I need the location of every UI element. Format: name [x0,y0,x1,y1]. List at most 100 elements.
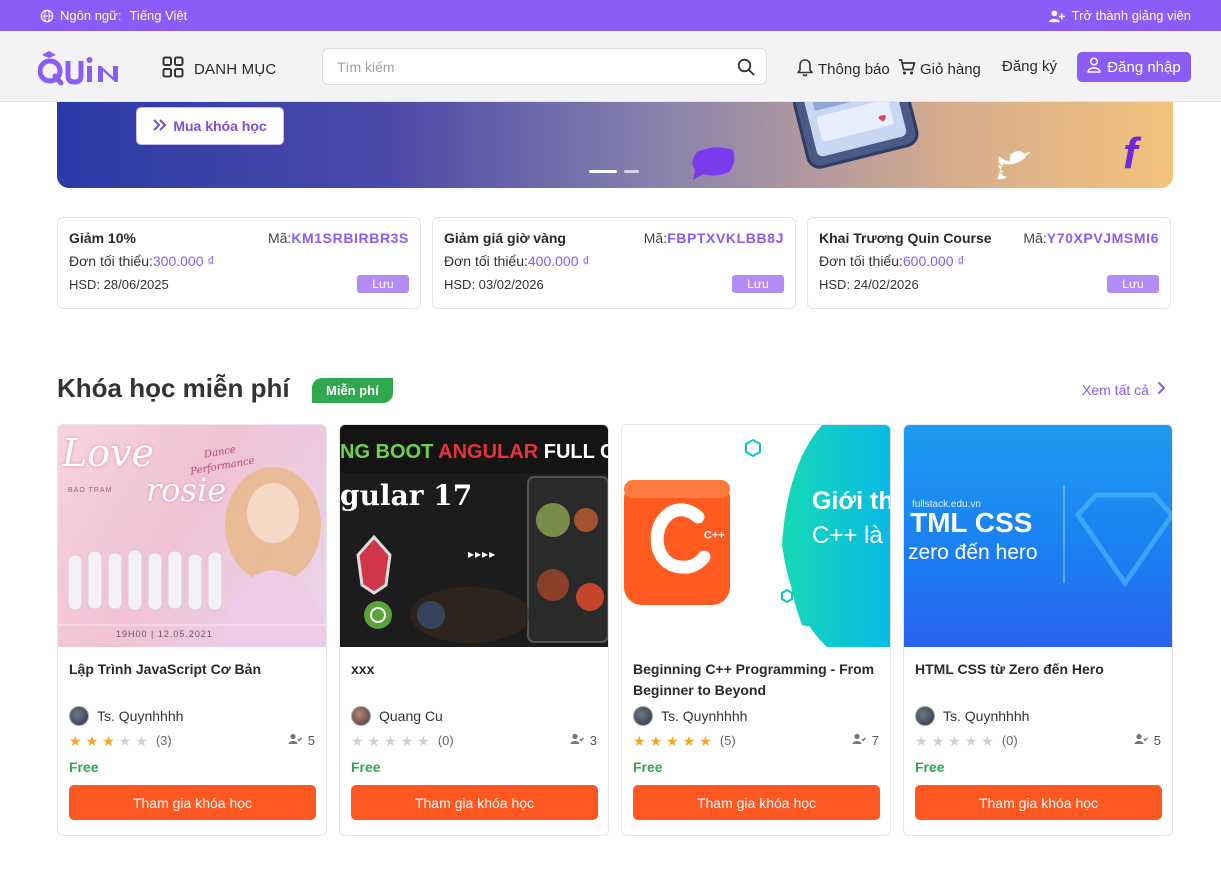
course-rating: ★ ★ ★ ★ ★ (3) [69,733,172,748]
search-icon[interactable] [726,58,766,76]
coupon-min-amount: 300.000 ₫ [152,253,215,269]
star-icon: ★ [85,732,99,749]
coupon-code: Y70XPVJMSMI6 [1046,230,1159,246]
course-card[interactable]: Love rosie Dance Performance BAO TRAM 19… [57,424,327,836]
globe-icon [40,9,54,23]
login-label: Đăng nhập [1107,58,1181,76]
carousel-dot-active[interactable] [589,170,617,173]
thumbnail-script-text: Love [62,431,155,475]
login-button[interactable]: Đăng nhập [1077,52,1191,82]
register-link[interactable]: Đăng ký [1002,58,1057,75]
course-rating: ★ ★ ★ ★ ★ (0) [351,733,454,748]
course-thumbnail[interactable]: fullstack.edu.vn TML CSS zero đến hero [904,425,1172,647]
course-card[interactable]: fullstack.edu.vn TML CSS zero đến hero H… [903,424,1173,836]
star-icon: ★ [633,732,646,749]
notifications-link[interactable]: Thông báo [796,58,890,81]
quin-logo[interactable] [37,47,122,89]
student-count: 5 [288,733,315,748]
course-thumbnail[interactable]: NG BOOT ANGULAR FULL COU gular 17 ▸▸▸▸ [340,425,608,647]
star-icon: ★ [384,732,397,749]
coupon-code-label: Mã: [1023,230,1047,246]
user-icon [1087,57,1102,77]
review-count: (0) [1001,733,1018,748]
coupon-save-button[interactable]: Lưu [732,275,784,293]
star-icon: ★ [135,732,148,749]
student-count: 3 [570,733,597,748]
svg-text:f: f [1123,129,1142,178]
course-rating: ★ ★ ★ ★ ★ (0) [915,733,1018,748]
author-name: Quang Cu [379,708,443,724]
star-icon: ★ [400,732,414,749]
review-count: (0) [437,733,454,748]
coupon-code-label: Mã: [643,230,668,246]
grid-icon [162,56,184,82]
hero-banner[interactable]: f Mua khóa học [57,102,1173,188]
star-icon: ★ [964,732,978,749]
category-menu-button[interactable]: DANH MỤC [162,56,276,82]
students-icon [1134,733,1148,748]
star-icon: ★ [417,732,430,749]
course-card[interactable]: C++ Giới th C++ là Beginning C++ Program… [621,424,891,836]
coupon-card: Giảm 10% Mã:KM1SRBIRBR3S Đơn tối thiểu:30… [57,217,421,309]
course-author: Ts. Quynhhhh [915,706,1029,726]
course-thumbnail[interactable]: C++ Giới th C++ là [622,425,890,647]
buy-course-label: Mua khóa học [173,118,267,134]
language-selector[interactable]: Ngôn ngữ: Tiếng Việt [40,8,187,23]
star-icon: ★ [699,732,712,749]
coupon-title: Giảm 10% [69,230,136,246]
carousel-dots [589,170,639,173]
course-title[interactable]: Lập Trình JavaScript Cơ Bản [69,659,317,680]
chevron-right-icon [1157,381,1166,398]
review-count: (3) [155,733,172,748]
course-price: Free [915,759,945,775]
star-icon: ★ [367,732,381,749]
course-title[interactable]: HTML CSS từ Zero đến Hero [915,659,1163,680]
course-author: Quang Cu [351,706,443,726]
buy-course-button[interactable]: Mua khóa học [136,107,284,145]
top-bar: Ngôn ngữ: Tiếng Việt Trở thành giảng viê… [0,0,1221,31]
thumbnail-heading: Giới th [812,487,890,515]
author-name: Ts. Quynhhhh [97,708,184,724]
become-teacher-link[interactable]: Trở thành giảng viên [1048,8,1191,23]
double-chevron-icon [153,118,167,134]
search-input[interactable] [323,49,726,84]
avatar [351,706,371,726]
see-all-link[interactable]: Xem tất cả [1082,381,1166,398]
carousel-dot[interactable] [624,170,639,173]
coupon-title: Giảm giá giờ vàng [444,230,566,246]
notifications-label: Thông báo [818,61,890,78]
join-course-button[interactable]: Tham gia khóa học [915,785,1162,820]
coupon-expiry: HSD: 03/02/2026 [444,276,544,292]
thumbnail-footer-text: 19H00 | 12.05.2021 [116,629,213,639]
students-icon [852,733,866,748]
coupon-expiry: HSD: 28/06/2025 [69,276,169,292]
join-course-button[interactable]: Tham gia khóa học [351,785,598,820]
thumbnail-heading-part: ANGULAR [438,441,539,463]
site-header: DANH MỤC Thông báo Giỏ hàng Đăng ký Đăng… [0,31,1221,102]
coupon-save-button[interactable]: Lưu [357,275,409,293]
student-count: 5 [1134,733,1161,748]
course-price: Free [633,759,663,775]
thumbnail-small-text: BAO TRAM [68,487,113,494]
coupon-card: Khai Trương Quin Course Mã:Y70XPVJMSMI6 Đ… [807,217,1171,309]
coupon-save-button[interactable]: Lưu [1107,275,1159,293]
thumbnail-script-text-2: rosie [146,471,227,509]
cart-link[interactable]: Giỏ hàng [898,58,981,80]
students-icon [570,733,584,748]
course-card[interactable]: NG BOOT ANGULAR FULL COU gular 17 ▸▸▸▸ x… [339,424,609,836]
author-name: Ts. Quynhhhh [943,708,1030,724]
search-box [322,48,767,85]
language-value[interactable]: Tiếng Việt [129,8,187,23]
course-author: Ts. Quynhhhh [633,706,747,726]
course-thumbnail[interactable]: Love rosie Dance Performance BAO TRAM 19… [58,425,326,647]
section-title: Khóa học miễn phí [57,373,290,403]
course-list: Love rosie Dance Performance BAO TRAM 19… [57,424,1173,836]
course-title[interactable]: xxx [351,659,599,680]
join-course-button[interactable]: Tham gia khóa học [69,785,316,820]
star-icon: ★ [118,732,132,749]
join-course-button[interactable]: Tham gia khóa học [633,785,880,820]
thumbnail-arrows: ▸▸▸▸ [468,547,497,561]
coupon-min-label: Đơn tối thiểu: [819,253,903,269]
student-count-value: 5 [1153,733,1161,748]
course-title[interactable]: Beginning C++ Programming - From Beginne… [633,659,881,701]
